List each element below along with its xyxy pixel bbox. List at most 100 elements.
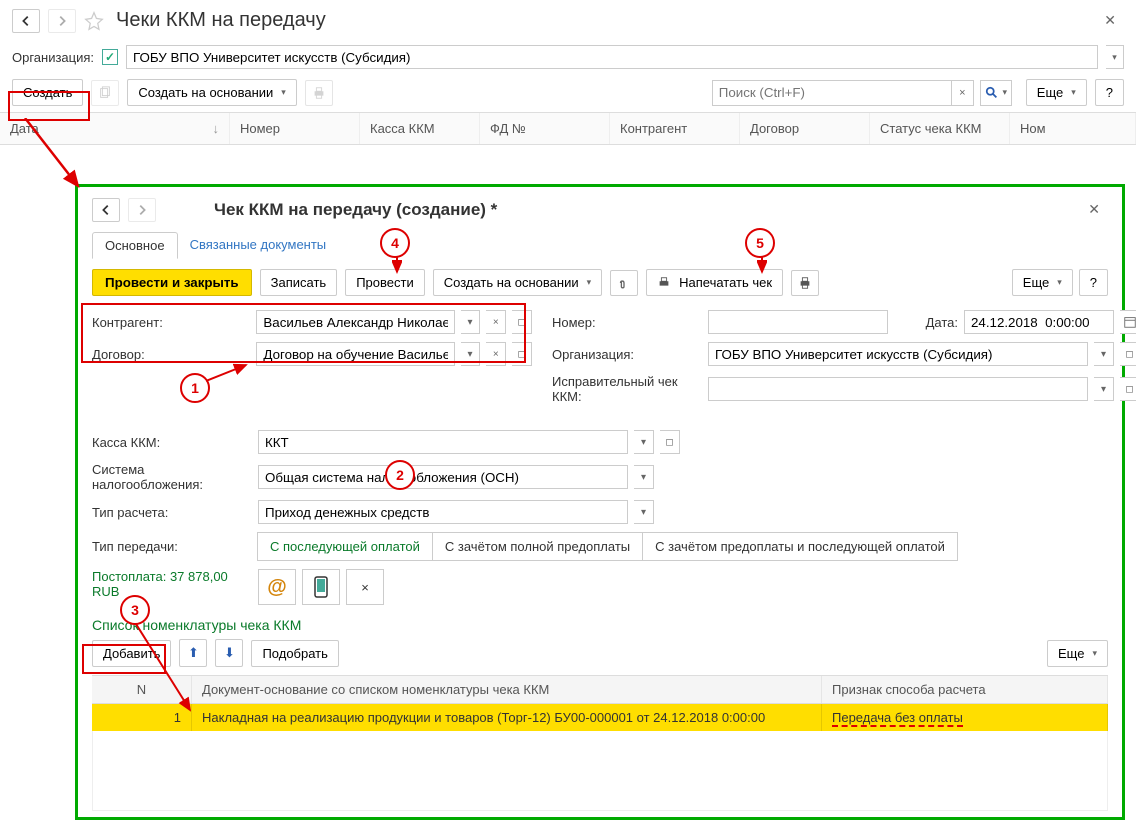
transfer-opt-3[interactable]: С зачётом предоплаты и последующей оплат…: [642, 532, 958, 561]
col-kkm[interactable]: Касса ККМ: [360, 113, 480, 144]
search-input[interactable]: [712, 80, 952, 106]
tab-linked[interactable]: Связанные документы: [178, 232, 339, 259]
col-contragent[interactable]: Контрагент: [610, 113, 740, 144]
pick-button[interactable]: Подобрать: [251, 640, 338, 667]
arrow-left-icon: [99, 203, 113, 217]
contract-label: Договор:: [92, 347, 250, 362]
transfer-opt-2[interactable]: С зачётом полной предоплаты: [432, 532, 643, 561]
date-picker[interactable]: [1120, 310, 1136, 334]
close-button[interactable]: ✕: [1096, 8, 1124, 33]
marker-4: 4: [380, 228, 410, 258]
move-down-button[interactable]: ⬇: [215, 639, 243, 667]
list-section-title: Список номенклатуры чека ККМ: [92, 617, 1108, 633]
printer-icon: [657, 276, 671, 290]
star-icon[interactable]: [84, 11, 104, 31]
col-nom[interactable]: Ном: [1010, 113, 1136, 144]
dlg-print-button[interactable]: [791, 270, 819, 296]
corr-open[interactable]: ◻: [1120, 377, 1136, 401]
kkm-dd[interactable]: ▾: [634, 430, 654, 454]
copy-button[interactable]: [91, 80, 119, 106]
more-button[interactable]: Еще: [1026, 79, 1087, 106]
dlg-create-based[interactable]: Создать на основании: [433, 269, 602, 296]
arrow-left-icon: [19, 14, 33, 28]
move-up-button[interactable]: ⬆: [179, 639, 207, 667]
arrow-right-icon: [55, 14, 69, 28]
col-number[interactable]: Номер: [230, 113, 360, 144]
post-close-button[interactable]: Провести и закрыть: [92, 269, 252, 296]
dlg-org-dd[interactable]: ▾: [1094, 342, 1114, 366]
col-status[interactable]: Статус чека ККМ: [870, 113, 1010, 144]
col-fd[interactable]: ФД №: [480, 113, 610, 144]
kkm-input[interactable]: [258, 430, 628, 454]
nav-forward-button[interactable]: [48, 9, 76, 33]
kkm-open[interactable]: ◻: [660, 430, 680, 454]
contragent-input[interactable]: [256, 310, 454, 334]
clip-icon: [617, 276, 631, 290]
printer-icon: [312, 86, 326, 100]
attach-button[interactable]: [610, 270, 638, 296]
add-button[interactable]: Добавить: [92, 640, 171, 667]
print-button[interactable]: [305, 80, 333, 106]
dlg-nav-fwd[interactable]: [128, 198, 156, 222]
corr-label: Исправительный чек ККМ:: [552, 374, 702, 404]
marker-5: 5: [745, 228, 775, 258]
org-checkbox[interactable]: ✓: [102, 49, 118, 65]
help-button[interactable]: ?: [1095, 79, 1124, 106]
email-button[interactable]: @: [258, 569, 296, 605]
contract-clear[interactable]: ×: [486, 342, 506, 366]
corr-dd[interactable]: ▾: [1094, 377, 1114, 401]
date-input[interactable]: [964, 310, 1114, 334]
list-more-button[interactable]: Еще: [1047, 640, 1108, 667]
calc-input[interactable]: [258, 500, 628, 524]
contract-dd[interactable]: ▾: [461, 342, 481, 366]
marker-2: 2: [385, 460, 415, 490]
tab-main[interactable]: Основное: [92, 232, 178, 259]
tax-input[interactable]: [258, 465, 628, 489]
nav-back-button[interactable]: [12, 9, 40, 33]
tax-dd[interactable]: ▾: [634, 465, 654, 489]
col-doc[interactable]: Документ-основание со списком номенклату…: [192, 676, 822, 703]
contract-open[interactable]: ◻: [512, 342, 532, 366]
number-input[interactable]: [708, 310, 888, 334]
corr-input[interactable]: [708, 377, 1088, 401]
search-button[interactable]: [980, 80, 1012, 106]
contract-input[interactable]: [256, 342, 454, 366]
print-check-button[interactable]: Напечатать чек: [646, 269, 783, 296]
calc-label: Тип расчета:: [92, 505, 252, 520]
search-clear-button[interactable]: ×: [952, 80, 974, 106]
table-row[interactable]: 1 Накладная на реализацию продукции и то…: [92, 704, 1108, 731]
col-contract[interactable]: Договор: [740, 113, 870, 144]
clear-contact-button[interactable]: ×: [346, 569, 384, 605]
dlg-org-input[interactable]: [708, 342, 1088, 366]
mobile-icon: [313, 576, 329, 598]
calc-dd[interactable]: ▾: [634, 500, 654, 524]
contragent-dd[interactable]: ▾: [461, 310, 481, 334]
org-dropdown-button[interactable]: ▾: [1106, 45, 1124, 69]
col-date[interactable]: Дата: [10, 121, 39, 136]
number-label: Номер:: [552, 315, 702, 330]
dlg-more-button[interactable]: Еще: [1012, 269, 1073, 296]
postpay-label: Постоплата: 37 878,00 RUB: [92, 569, 252, 599]
dlg-nav-back[interactable]: [92, 198, 120, 222]
org-input[interactable]: [126, 45, 1098, 69]
post-button[interactable]: Провести: [345, 269, 425, 296]
transfer-opt-1[interactable]: С последующей оплатой: [257, 532, 433, 561]
col-n[interactable]: N: [92, 676, 192, 703]
contragent-open[interactable]: ◻: [512, 310, 532, 334]
create-button[interactable]: Создать: [12, 79, 83, 106]
page-title: Чеки ККМ на передачу: [116, 9, 326, 32]
dlg-org-open[interactable]: ◻: [1120, 342, 1136, 366]
items-empty-area: [92, 731, 1108, 811]
mobile-button[interactable]: [302, 569, 340, 605]
contragent-clear[interactable]: ×: [486, 310, 506, 334]
org-label: Организация:: [12, 50, 94, 65]
col-sign[interactable]: Признак способа расчета: [822, 676, 1108, 703]
save-button[interactable]: Записать: [260, 269, 338, 296]
date-label: Дата:: [908, 315, 958, 330]
marker-3: 3: [120, 595, 150, 625]
dlg-close[interactable]: ✕: [1080, 197, 1108, 222]
list-header: Дата↓ Номер Касса ККМ ФД № Контрагент До…: [0, 112, 1136, 145]
magnifier-icon: [985, 86, 999, 100]
dlg-help-button[interactable]: ?: [1079, 269, 1108, 296]
create-based-button[interactable]: Создать на основании: [127, 79, 296, 106]
